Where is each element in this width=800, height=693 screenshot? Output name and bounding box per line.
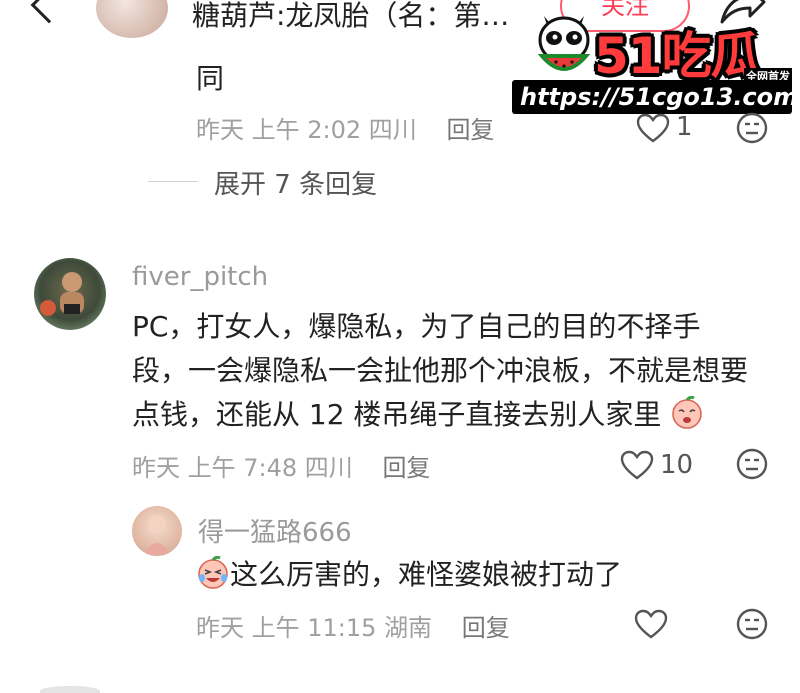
reply-button[interactable]: 回复 <box>462 614 510 642</box>
like-count: 1 <box>676 112 693 142</box>
dislike-icon[interactable] <box>736 448 768 480</box>
author-title: 糖葫芦:龙凤胎（名：第… <box>192 0 510 32</box>
dislike-icon[interactable] <box>736 112 768 144</box>
avatar[interactable] <box>34 258 106 330</box>
expand-replies-button[interactable]: 展开 7 条回复 <box>214 164 377 201</box>
expand-divider <box>148 181 198 182</box>
avatar-image <box>40 272 84 316</box>
reply-meta: 昨天 上午 11:15 湖南 回复 <box>196 608 510 643</box>
next-avatar-peek <box>40 686 100 693</box>
comment-text-line-3-text: 点钱，还能从 12 楼吊绳子直接去别人家里 <box>132 398 662 431</box>
comment-location: 四川 <box>368 116 417 144</box>
comment-text-line-1: PC，打女人，爆隐私，为了自己的目的不择手 <box>132 310 701 343</box>
comment-text-line-2: 段，一会爆隐私一会扯他那个冲浪板，不就是想要 <box>132 354 749 387</box>
reply-text-content: 这么厉害的，难怪婆娘被打动了 <box>230 558 623 591</box>
watermark-logo: 51吃瓜 全网首发 https://51cgo13.com <box>512 10 798 114</box>
back-icon[interactable] <box>30 0 68 24</box>
comment-meta: 昨天 上午 2:02 四川 回复 <box>196 110 494 145</box>
comment-username[interactable]: fiver_pitch <box>132 262 268 292</box>
comment-time: 昨天 上午 7:48 <box>132 454 298 482</box>
author-avatar[interactable] <box>96 0 168 38</box>
reply-button[interactable]: 回复 <box>382 454 430 482</box>
dislike-icon[interactable] <box>736 608 768 640</box>
comment-time: 昨天 上午 2:02 <box>196 116 362 144</box>
comment-meta: 昨天 上午 7:48 四川 回复 <box>132 448 430 483</box>
comment-location: 四川 <box>304 454 353 482</box>
smirk-face-icon <box>672 396 703 429</box>
watermelon-mascot-icon <box>537 16 591 71</box>
reply-username[interactable]: 得一猛路666 <box>198 512 352 549</box>
reply-button[interactable]: 回复 <box>446 116 494 144</box>
reply-text: 这么厉害的，难怪婆娘被打动了 <box>196 554 622 596</box>
watermark-url: https://51cgo13.com <box>512 80 798 114</box>
watermark-brand: 51吃瓜 <box>594 27 761 85</box>
heart-icon[interactable] <box>636 113 670 143</box>
avatar-image <box>144 515 170 554</box>
comment-text-line-3: 点钱，还能从 12 楼吊绳子直接去别人家里 <box>132 394 704 436</box>
reply-time: 昨天 上午 11:15 <box>196 614 377 642</box>
avatar[interactable] <box>132 506 182 556</box>
reply-location: 湖南 <box>384 614 433 642</box>
like-count: 10 <box>660 450 694 480</box>
comment-text: 同 <box>196 62 225 95</box>
heart-icon[interactable] <box>634 609 668 639</box>
heart-icon[interactable] <box>620 450 654 480</box>
crying-laughing-peach-icon <box>198 556 228 589</box>
